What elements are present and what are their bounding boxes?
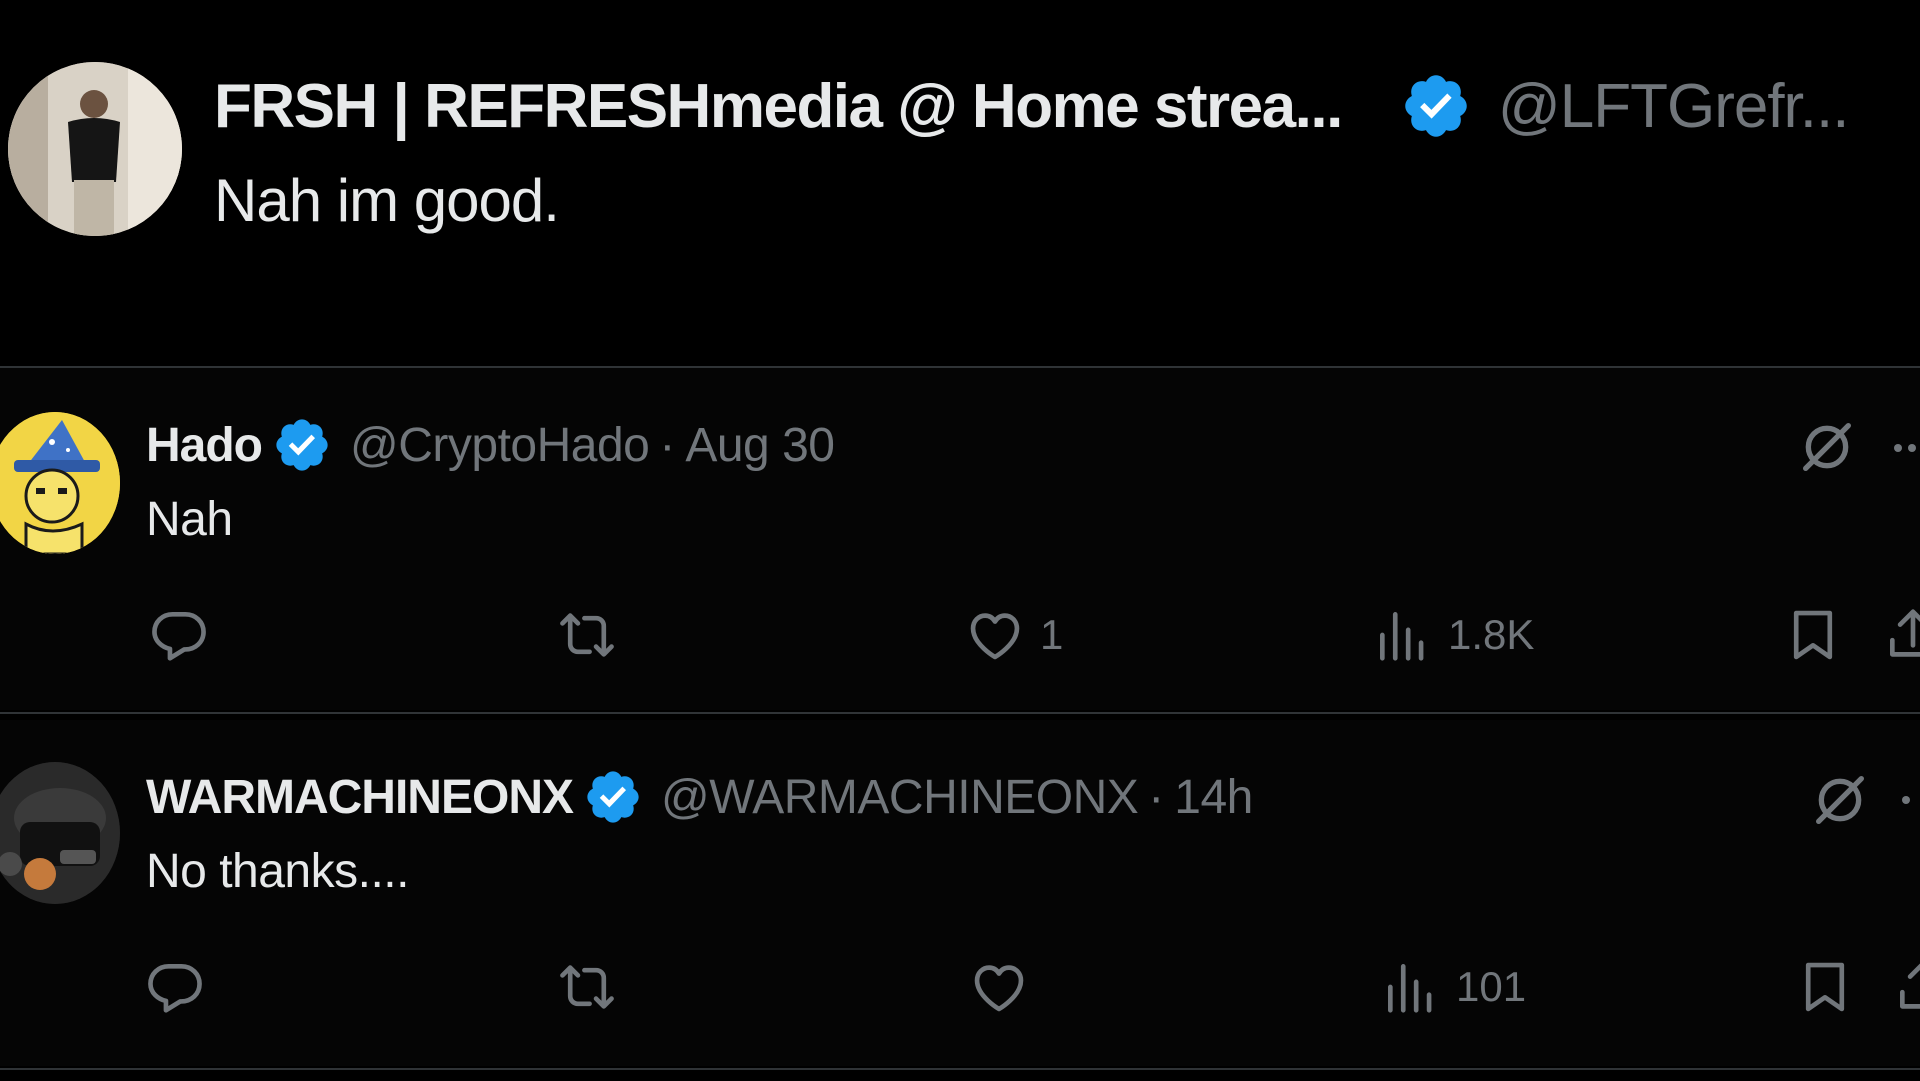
like-button[interactable]: 1 [964,600,1063,670]
user-handle[interactable]: @CryptoHado [350,418,650,473]
timestamp[interactable]: 14h [1174,770,1253,825]
reply-icon [148,604,210,666]
views-count: 1.8K [1448,611,1535,658]
like-button[interactable] [968,952,1044,1022]
avatar[interactable] [0,412,120,554]
display-name[interactable]: Hado [146,418,263,473]
tweet-header: FRSH | REFRESHmedia @ Home strea... @LFT… [214,70,1850,142]
tweet-text: Nah [146,493,233,546]
display-name[interactable]: WARMACHINEONX [146,770,574,825]
grok-icon[interactable] [1795,415,1859,479]
divider [0,1068,1920,1070]
bookmark-button[interactable] [1794,952,1856,1022]
tweet-text: Nah im good. [214,167,560,234]
share-icon [1892,956,1920,1018]
display-name[interactable]: FRSH | REFRESHmedia @ Home strea... [214,71,1343,142]
bookmark-icon [1782,604,1844,666]
repost-icon [556,956,618,1018]
views-count: 101 [1456,963,1527,1010]
bookmark-button[interactable] [1782,600,1844,670]
heart-icon [964,604,1026,666]
reply-tweet[interactable]: WARMACHINEONX @WARMACHINEONX · 14h No th… [0,720,1920,1066]
more-icon[interactable] [1900,790,1920,810]
share-button[interactable] [1882,600,1920,670]
tweet-header: WARMACHINEONX @WARMACHINEONX · 14h [146,767,1253,827]
separator: · [659,418,676,472]
bookmark-icon [1794,956,1856,1018]
verified-badge-icon [583,767,643,827]
heart-icon [968,956,1030,1018]
more-icon[interactable] [1892,438,1920,458]
reply-button[interactable] [144,952,206,1022]
verified-badge-icon [272,415,332,475]
share-icon [1882,604,1920,666]
avatar[interactable] [0,762,120,904]
timestamp[interactable]: Aug 30 [685,418,835,473]
divider [0,712,1920,714]
views-button[interactable]: 101 [1380,952,1526,1022]
repost-button[interactable] [556,952,618,1022]
like-count: 1 [1040,611,1064,658]
reply-icon [144,956,206,1018]
reply-button[interactable] [148,600,210,670]
parent-tweet[interactable]: FRSH | REFRESHmedia @ Home strea... @LFT… [0,0,1920,366]
separator: · [1148,770,1165,824]
views-button[interactable]: 1.8K [1372,600,1534,670]
tweet-header: Hado @CryptoHado · Aug 30 [146,415,835,475]
user-handle[interactable]: @LFTGrefr... [1498,71,1850,142]
repost-button[interactable] [556,600,618,670]
views-icon [1372,604,1434,666]
reply-tweet[interactable]: Hado @CryptoHado · Aug 30 Nah 1 1.8K [0,368,1920,710]
conversation-thread: FRSH | REFRESHmedia @ Home strea... @LFT… [0,0,1920,1081]
verified-badge-icon [1400,70,1472,142]
grok-icon[interactable] [1808,768,1872,832]
tweet-text: No thanks.... [146,845,409,898]
avatar[interactable] [8,62,182,236]
user-handle[interactable]: @WARMACHINEONX [661,770,1139,825]
repost-icon [556,604,618,666]
share-button[interactable] [1892,952,1920,1022]
views-icon [1380,956,1442,1018]
